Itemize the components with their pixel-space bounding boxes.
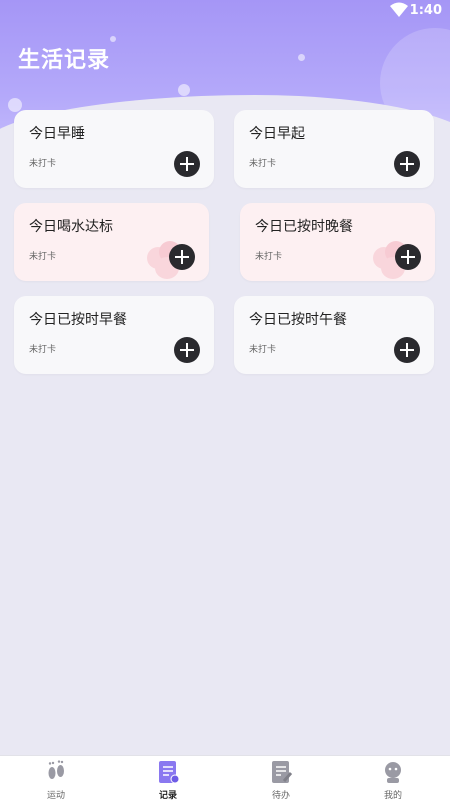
- nav-item-profile[interactable]: 我的: [337, 756, 449, 800]
- bottom-nav: 运动 记录 待办 我的: [0, 755, 450, 800]
- checkin-card-water[interactable]: 今日喝水达标 未打卡: [14, 203, 209, 281]
- status-bar: 1:40: [0, 0, 450, 22]
- profile-icon: [381, 760, 405, 784]
- card-title: 今日喝水达标: [29, 219, 113, 235]
- nav-label: 待办: [271, 791, 290, 800]
- checkin-card-breakfast[interactable]: 今日已按时早餐 未打卡: [14, 296, 214, 374]
- add-icon[interactable]: [394, 151, 420, 177]
- checkin-card-dinner[interactable]: 今日已按时晚餐 未打卡: [240, 203, 435, 281]
- add-icon[interactable]: [174, 337, 200, 363]
- card-status: 未打卡: [29, 252, 57, 262]
- status-time: 1:40: [409, 3, 442, 18]
- card-status: 未打卡: [249, 159, 277, 169]
- app-screen: 1:40 生活记录 今日早睡 未打卡 今日早起 未打卡 今日喝水达标 未打卡 今…: [0, 0, 450, 800]
- nav-item-sports[interactable]: 运动: [0, 756, 112, 800]
- card-status: 未打卡: [29, 345, 57, 355]
- wifi-icon: [390, 2, 408, 22]
- nav-item-records[interactable]: 记录: [112, 756, 224, 800]
- nav-label: 我的: [383, 791, 402, 800]
- add-icon[interactable]: [395, 244, 421, 270]
- todo-icon: [269, 760, 293, 784]
- card-title: 今日已按时晚餐: [255, 219, 353, 235]
- notes-icon: [156, 760, 180, 784]
- decor-bubble: [8, 98, 22, 112]
- card-status: 未打卡: [29, 159, 57, 169]
- checkin-card-lunch[interactable]: 今日已按时午餐 未打卡: [234, 296, 434, 374]
- card-status: 未打卡: [249, 345, 277, 355]
- nav-label: 运动: [46, 791, 65, 800]
- card-status: 未打卡: [255, 252, 283, 262]
- checkin-card-sleep-early[interactable]: 今日早睡 未打卡: [14, 110, 214, 188]
- add-icon[interactable]: [169, 244, 195, 270]
- add-icon[interactable]: [174, 151, 200, 177]
- checkin-card-wake-early[interactable]: 今日早起 未打卡: [234, 110, 434, 188]
- decor-bubble: [178, 84, 190, 96]
- decor-bubble: [298, 54, 305, 61]
- add-icon[interactable]: [394, 337, 420, 363]
- card-title: 今日早起: [249, 126, 305, 142]
- card-title: 今日早睡: [29, 126, 85, 142]
- nav-label: 记录: [158, 791, 177, 800]
- card-title: 今日已按时午餐: [249, 312, 347, 328]
- decor-bubble: [110, 36, 116, 42]
- footprints-icon: [44, 760, 68, 784]
- card-title: 今日已按时早餐: [29, 312, 127, 328]
- nav-item-todo[interactable]: 待办: [225, 756, 337, 800]
- page-title: 生活记录: [18, 48, 111, 73]
